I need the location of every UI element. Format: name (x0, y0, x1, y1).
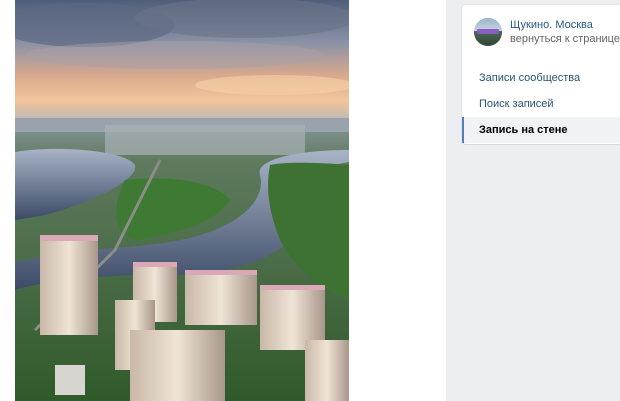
nav-card: Щукино. Москва вернуться к странице Запи… (462, 5, 620, 144)
menu-item-community-posts[interactable]: Записи сообщества (462, 65, 620, 91)
post-photo[interactable] (15, 0, 349, 401)
community-header[interactable]: Щукино. Москва вернуться к странице (474, 17, 620, 47)
post-card (0, 0, 446, 401)
menu-item-wall-post[interactable]: Запись на стене (462, 117, 620, 143)
community-name-link[interactable]: Щукино. Москва (510, 18, 620, 32)
menu-item-search-posts[interactable]: Поиск записей (462, 91, 620, 117)
back-to-page-link[interactable]: вернуться к странице (510, 32, 620, 46)
page: Щукино. Москва вернуться к странице Запи… (0, 0, 620, 401)
photo-aerial-city (15, 0, 349, 401)
nav-menu: Записи сообщества Поиск записей Запись н… (462, 65, 620, 143)
community-avatar[interactable] (474, 18, 502, 46)
